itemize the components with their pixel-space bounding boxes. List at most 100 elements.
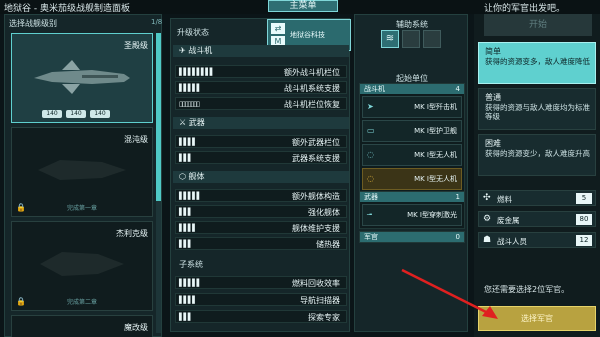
upgrade-level-bars: ▌▌▌▌ bbox=[179, 138, 198, 146]
unit-item[interactable]: ➤ MK I型歼击机 bbox=[362, 96, 462, 118]
category-icon: ⬡ bbox=[179, 172, 189, 181]
difficulty-title: 普通 bbox=[485, 93, 501, 102]
red-arrow-icon bbox=[401, 268, 498, 319]
upgrade-name: 额外舰体构造 bbox=[292, 192, 340, 201]
upgrade-panel: 升级状态 ⇄ M 地狱谷科技 ✈ 战斗机 ▌▌▌▌▌▌▌▌ 额外战斗机栏位 ▌▌▌… bbox=[170, 18, 351, 332]
scrap-icon: ⚙ bbox=[483, 214, 492, 224]
difficulty-description: 获得的资源变少，敌人难度升高 bbox=[485, 149, 590, 158]
resource-name: 废金属 bbox=[497, 216, 520, 225]
ship-card-modded[interactable]: 魔改级 bbox=[11, 315, 153, 337]
upgrade-row[interactable]: ▌▌▌▌ 舰体维护支援 bbox=[175, 221, 347, 234]
upgrade-row[interactable]: ▌▌▌▌ 额外武器栏位 bbox=[175, 135, 347, 148]
ship-stat-pill: 140 bbox=[90, 110, 110, 118]
main-menu-button[interactable]: 主菜单 bbox=[268, 0, 338, 12]
upgrade-row[interactable]: ▌▌▌ 储热器 bbox=[175, 237, 347, 250]
unit-group-label: 战斗机 bbox=[364, 85, 385, 93]
laser-icon: ╼ bbox=[367, 210, 372, 219]
upgrade-name: 额外战斗机栏位 bbox=[284, 68, 340, 77]
shipyard-tech-label: 地狱谷科技 bbox=[290, 31, 325, 39]
upgrade-level-bars: ▌▌▌▌▌ bbox=[179, 279, 202, 287]
category-weapons: ⚔ 武器 bbox=[173, 117, 349, 129]
category-label: 子系统 bbox=[179, 260, 203, 269]
upgrade-row[interactable]: ▌▌▌▌ 导航扫描器 bbox=[175, 293, 347, 306]
upgrade-name: 武器系统支援 bbox=[292, 154, 340, 163]
ship-unlock-condition: 完成第一章 bbox=[66, 205, 97, 212]
fighter-icon: ➤ bbox=[367, 102, 374, 111]
upgrade-row[interactable]: ▌▌▌ 探索专家 bbox=[175, 310, 347, 323]
upgrade-name: 强化舰体 bbox=[308, 208, 340, 217]
aux-slot-empty[interactable] bbox=[402, 30, 420, 48]
resource-fuel: ✣ 燃料 5 bbox=[478, 190, 596, 206]
ship-select-header: 选择战舰级别 bbox=[9, 19, 57, 28]
upgrade-level-bars: ▌▌▌▌▌▌▌▌ bbox=[179, 68, 215, 76]
start-button[interactable]: 开始 bbox=[484, 14, 592, 36]
upgrade-row[interactable]: ▯▯▯▯▯▯▯ 战斗机栏位恢复 bbox=[175, 97, 347, 110]
crew-icon: ☗ bbox=[483, 235, 492, 245]
unit-group-header: 战斗机 4 bbox=[360, 84, 464, 94]
ship-stat-pill: 140 bbox=[42, 110, 62, 118]
upgrade-name: 导航扫描器 bbox=[300, 296, 340, 305]
difficulty-hard[interactable]: 困难 获得的资源变少，敌人难度升高 bbox=[478, 134, 596, 176]
unit-group-count: 0 bbox=[455, 233, 460, 241]
upgrade-name: 探索专家 bbox=[308, 313, 340, 322]
difficulty-easy[interactable]: 简单 获得的资源变多，敌人难度降低 bbox=[478, 42, 596, 84]
ship-stat-pill: 140 bbox=[66, 110, 86, 118]
upgrade-row[interactable]: ▌▌▌ 强化舰体 bbox=[175, 205, 347, 218]
upgrade-name: 燃料回收效率 bbox=[292, 279, 340, 288]
resource-value: 5 bbox=[576, 193, 592, 204]
upgrade-level-bars: ▌▌▌▌▌ bbox=[179, 192, 202, 200]
upgrade-row[interactable]: ▌▌▌▌▌▌▌▌ 额外战斗机栏位 bbox=[175, 65, 347, 78]
category-subsystems: 子系统 bbox=[173, 259, 349, 271]
upgrade-row[interactable]: ▌▌▌▌▌ 燃料回收效率 bbox=[175, 276, 347, 289]
upgrade-level-bars: ▌▌▌ bbox=[179, 240, 193, 248]
upgrade-row[interactable]: ▌▌▌ 武器系统支援 bbox=[175, 151, 347, 164]
ship-silhouette-icon bbox=[40, 252, 124, 276]
swap-icon: ⇄ bbox=[271, 23, 285, 34]
unit-group-fighters: 战斗机 4 ➤ MK I型歼击机 ▭ MK I型护卫舰 ◌ MK I型无人机 ◌ MK I… bbox=[359, 83, 465, 193]
aux-slot-layers-icon[interactable]: ≋ bbox=[381, 30, 399, 48]
unit-group-header: 武器 1 bbox=[360, 192, 464, 202]
resource-scrap: ⚙ 废金属 80 bbox=[478, 211, 596, 227]
upgrade-level-bars: ▯▯▯▯▯▯▯ bbox=[179, 100, 200, 108]
ship-list-scrollbar-thumb[interactable] bbox=[156, 33, 161, 201]
unit-group-label: 武器 bbox=[364, 193, 378, 201]
guard-icon: ▭ bbox=[367, 126, 375, 135]
tab-icon-group: ⇄ M bbox=[271, 23, 285, 47]
aux-slot-empty[interactable] bbox=[423, 30, 441, 48]
unit-item[interactable]: ◌ MK I型无人机 bbox=[362, 144, 462, 166]
resource-value: 80 bbox=[576, 214, 592, 225]
unit-group-officers: 军官 0 bbox=[359, 231, 465, 243]
ship-silhouette-icon bbox=[38, 160, 126, 180]
ship-silhouette-icon bbox=[34, 60, 130, 94]
resource-name: 燃料 bbox=[497, 195, 512, 204]
category-icon: ✈ bbox=[179, 46, 189, 55]
ship-page-count: 1/8 bbox=[151, 18, 163, 26]
category-hull: ⬡ 舰体 bbox=[173, 171, 349, 183]
upgrade-level-bars: ▌▌▌ bbox=[179, 154, 193, 162]
unit-item[interactable]: ◌ MK I型无人机 bbox=[362, 168, 462, 190]
ship-name: 魔改级 bbox=[124, 323, 148, 332]
unit-group-weapons: 武器 1 ╼ MK I型穿刺激光 bbox=[359, 191, 465, 229]
upgrade-name: 战斗机栏位恢复 bbox=[284, 100, 340, 109]
upgrade-name: 储热器 bbox=[316, 240, 340, 249]
unit-item[interactable]: ╼ MK I型穿刺激光 bbox=[362, 204, 462, 226]
unit-group-count: 4 bbox=[455, 85, 460, 93]
unit-name: MK I型歼击机 bbox=[414, 103, 457, 111]
unit-item[interactable]: ▭ MK I型护卫舰 bbox=[362, 120, 462, 142]
ship-card-chaos[interactable]: 混沌级 🔒 完成第一章 bbox=[11, 127, 153, 217]
difficulty-normal[interactable]: 普通 获得的资源与敌人难度均为标准等级 bbox=[478, 88, 596, 130]
unit-name: MK I型无人机 bbox=[414, 151, 457, 159]
upgrade-row[interactable]: ▌▌▌▌▌ 战斗机系统支援 bbox=[175, 81, 347, 94]
difficulty-title: 简单 bbox=[485, 47, 501, 56]
ship-card-jerik[interactable]: 杰利克级 🔒 完成第二章 bbox=[11, 221, 153, 311]
unit-name: MK I型无人机 bbox=[414, 175, 457, 183]
upgrade-row[interactable]: ▌▌▌▌▌ 额外舰体构造 bbox=[175, 189, 347, 202]
upgrade-header: 升级状态 bbox=[177, 28, 209, 37]
upgrade-level-bars: ▌▌▌ bbox=[179, 313, 193, 321]
category-fighters: ✈ 战斗机 bbox=[173, 45, 349, 57]
ship-select-panel: 选择战舰级别 1/8 圣殿级 140 140 140 混沌级 🔒 完成第一章 杰… bbox=[4, 14, 162, 337]
ship-card-sanctum[interactable]: 圣殿级 140 140 140 bbox=[11, 33, 153, 123]
category-label: 战斗机 bbox=[188, 46, 213, 55]
upgrade-level-bars: ▌▌▌▌▌ bbox=[179, 84, 202, 92]
difficulty-description: 获得的资源变多，敌人难度降低 bbox=[485, 57, 590, 66]
